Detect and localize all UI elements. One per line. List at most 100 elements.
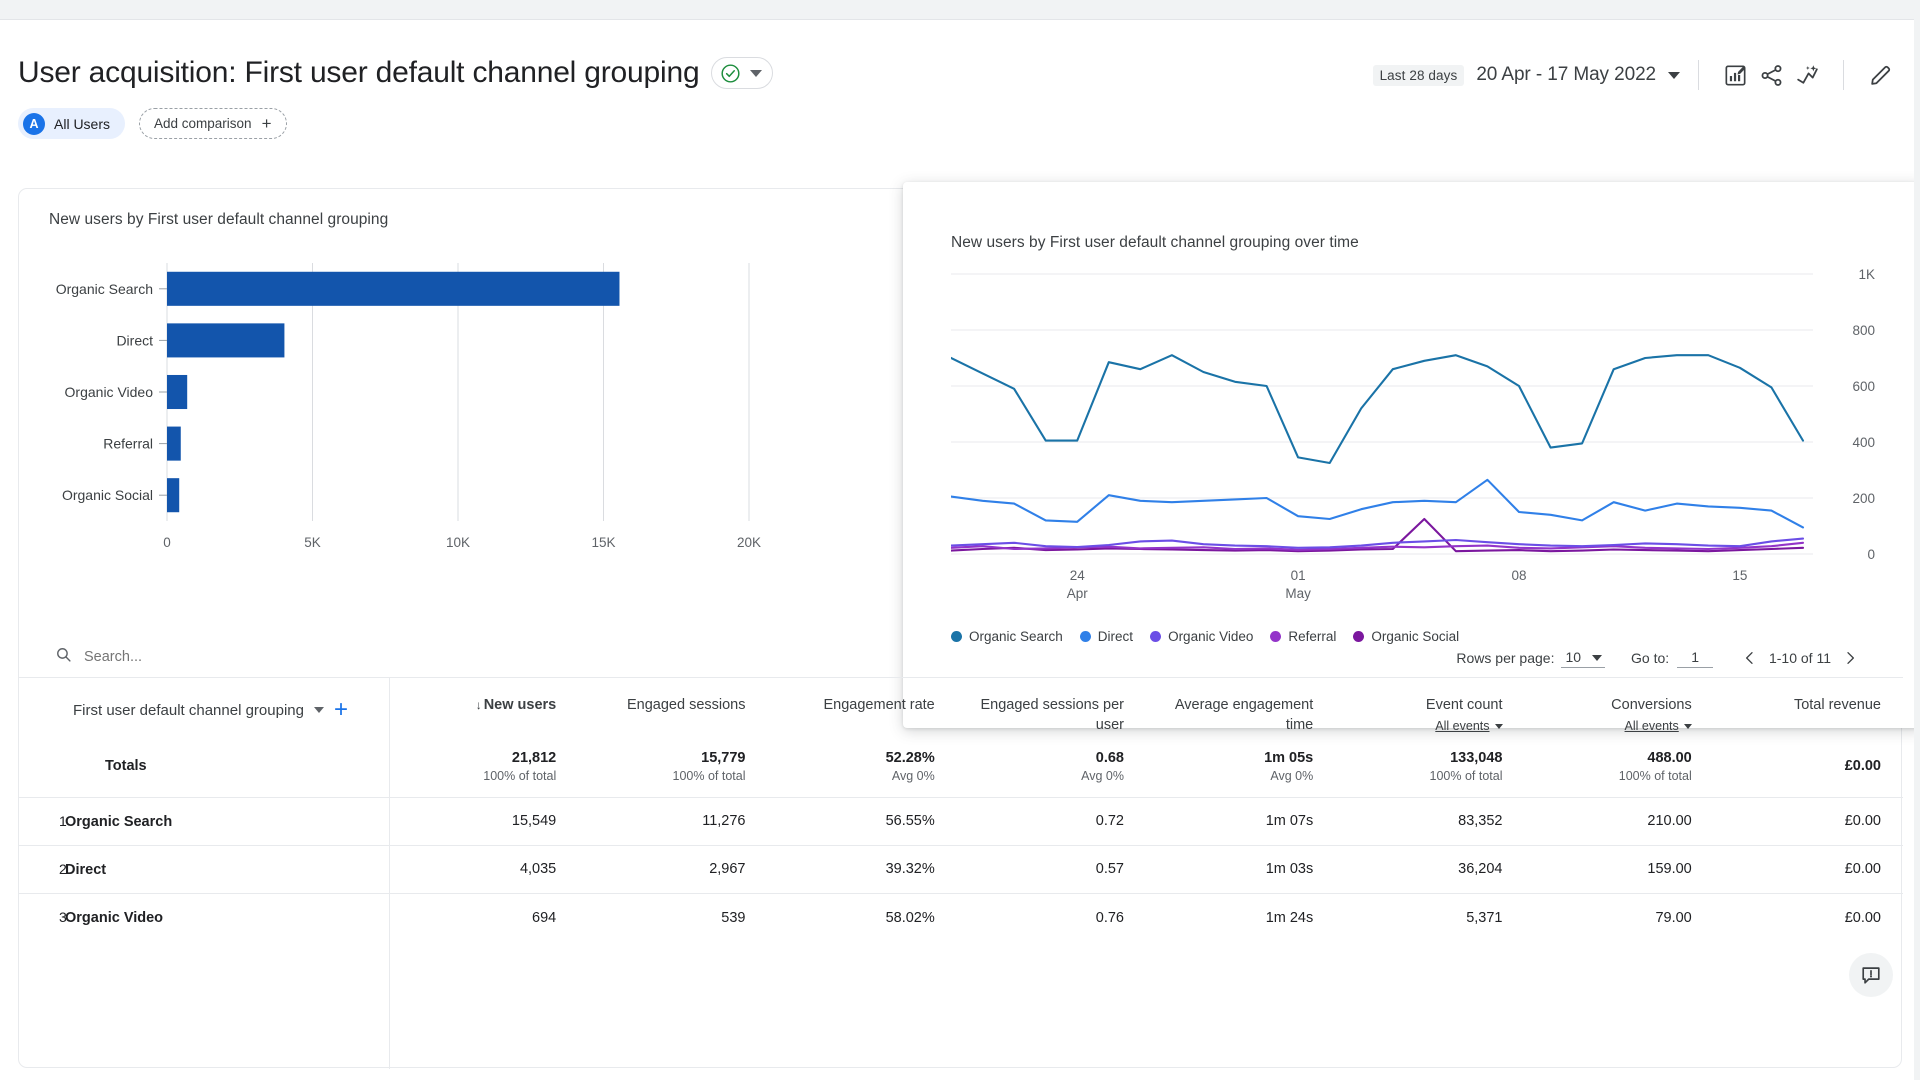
table-cell: 539 (578, 893, 767, 941)
share-icon[interactable] (1753, 57, 1789, 93)
arrow-down-icon: ↓ (476, 698, 482, 712)
avatar: A (23, 113, 45, 135)
svg-text:Direct: Direct (116, 332, 153, 348)
table-header-total-revenue[interactable]: Total revenue (1714, 677, 1903, 735)
top-strip (0, 0, 1920, 20)
table-header-event-count[interactable]: Event countAll events (1335, 677, 1524, 735)
table-header-engagement-rate[interactable]: Engagement rate (768, 677, 957, 735)
pagination-range-label: 1-10 of 11 (1765, 650, 1835, 666)
row-number: 2 (19, 861, 65, 877)
bar-chart-panel: New users by First user default channel … (49, 211, 909, 611)
data-table-area: Rows per page: 10 Go to: 1 1-10 of 11 Fi… (19, 637, 1903, 1069)
date-preset-label: Last 28 days (1373, 65, 1465, 86)
chevron-down-icon (1684, 724, 1692, 729)
svg-text:200: 200 (1852, 491, 1875, 506)
svg-text:400: 400 (1852, 435, 1875, 450)
table-cell: 694 (389, 893, 578, 941)
rows-per-page-select[interactable]: 10 (1561, 649, 1605, 668)
table-cell: 210.00 (1525, 797, 1714, 845)
rows-per-page-value: 10 (1565, 649, 1581, 665)
table-header-average-engagement-time[interactable]: Average engagement time (1146, 677, 1335, 735)
scrollbar[interactable] (1914, 0, 1920, 1080)
plus-icon: + (262, 115, 272, 132)
table-cell: 0.72 (957, 797, 1146, 845)
edit-pencil-icon[interactable] (1862, 57, 1898, 93)
bar-chart-title: New users by First user default channel … (49, 211, 909, 229)
table-cell: £0.00 (1714, 845, 1903, 893)
svg-text:May: May (1285, 586, 1311, 601)
table-cell: 0.57 (957, 845, 1146, 893)
table-pagination: Rows per page: 10 Go to: 1 1-10 of 11 (1456, 641, 1865, 675)
line-chart-title: New users by First user default channel … (951, 234, 1881, 252)
table-cell: 56.55% (768, 797, 957, 845)
totals-cell: 488.00100% of total (1525, 735, 1714, 797)
row-name[interactable]: Direct (65, 862, 106, 878)
bar-chart[interactable]: Organic Search Direct Organic Video Referra… (49, 249, 909, 589)
totals-cell: 21,812100% of total (389, 735, 578, 797)
svg-text:5K: 5K (304, 535, 321, 550)
report-card: New users by First user default channel … (18, 188, 1902, 1068)
table-search-row (55, 637, 344, 677)
svg-text:800: 800 (1852, 323, 1875, 338)
table-cell: 39.32% (768, 845, 957, 893)
divider-2 (1843, 60, 1844, 90)
report-status-chip[interactable] (711, 57, 773, 89)
line-chart[interactable]: 02004006008001K24Apr01May0815 (951, 262, 1881, 622)
table-row[interactable]: 1Organic Search15,54911,27656.55%0.721m … (19, 797, 1903, 845)
row-name[interactable]: Organic Video (65, 910, 163, 926)
add-comparison-label: Add comparison (154, 116, 252, 131)
svg-text:Referral: Referral (103, 436, 153, 452)
table-cell: 83,352 (1335, 797, 1524, 845)
table-cell: £0.00 (1714, 893, 1903, 941)
table-cell: 1m 03s (1146, 845, 1335, 893)
add-comparison-button[interactable]: Add comparison + (139, 108, 287, 139)
svg-text:24: 24 (1070, 568, 1086, 583)
table-cell: 36,204 (1335, 845, 1524, 893)
table-cell: 15,549 (389, 797, 578, 845)
column-events-filter[interactable]: All events (1343, 718, 1502, 735)
insights-icon[interactable] (1789, 57, 1825, 93)
goto-input[interactable]: 1 (1677, 649, 1713, 668)
search-input[interactable] (84, 649, 344, 665)
chevron-down-icon[interactable] (750, 70, 762, 77)
date-range-chevron-down-icon[interactable] (1668, 72, 1680, 79)
totals-cell: 0.68Avg 0% (957, 735, 1146, 797)
svg-text:0: 0 (163, 535, 171, 550)
row-dimension-cell: 3Organic Video (19, 893, 389, 941)
totals-cell: 1m 05sAvg 0% (1146, 735, 1335, 797)
svg-text:Organic Search: Organic Search (56, 281, 153, 297)
table-header-row: ↓New usersEngaged sessionsEngagement rat… (19, 677, 1903, 735)
svg-text:Organic Video: Organic Video (65, 384, 154, 400)
svg-text:15K: 15K (591, 535, 615, 550)
table-header-conversions[interactable]: ConversionsAll events (1525, 677, 1714, 735)
table-row-totals: Totals21,812100% of total15,779100% of t… (19, 735, 1903, 797)
chevron-right-icon[interactable] (1835, 643, 1865, 673)
column-events-filter[interactable]: All events (1533, 718, 1692, 735)
comparison-chip-label: All Users (54, 116, 110, 132)
totals-cell: 133,048100% of total (1335, 735, 1524, 797)
table-cell: 1m 07s (1146, 797, 1335, 845)
table-header-new-users[interactable]: ↓New users (389, 677, 578, 735)
table-row[interactable]: 3Organic Video69453958.02%0.761m 24s5,37… (19, 893, 1903, 941)
table-header-engaged-sessions-per-user[interactable]: Engaged sessions per user (957, 677, 1146, 735)
table-cell: 1m 24s (1146, 893, 1335, 941)
svg-text:1K: 1K (1858, 267, 1875, 282)
totals-cell: £0.00 (1714, 735, 1903, 797)
row-name[interactable]: Organic Search (65, 814, 172, 830)
comparison-chip-all-users[interactable]: A All Users (18, 108, 125, 139)
goto-label: Go to: (1631, 650, 1669, 666)
feedback-button[interactable] (1849, 953, 1893, 997)
svg-text:600: 600 (1852, 379, 1875, 394)
table-row[interactable]: 2Direct4,0352,96739.32%0.571m 03s36,2041… (19, 845, 1903, 893)
table-header-dimension (19, 677, 389, 735)
metrics-table: ↓New usersEngaged sessionsEngagement rat… (19, 677, 1903, 941)
table-cell: 58.02% (768, 893, 957, 941)
compare-edit-icon[interactable] (1717, 57, 1753, 93)
chevron-left-icon[interactable] (1735, 643, 1765, 673)
table-cell: 11,276 (578, 797, 767, 845)
table-cell: 79.00 (1525, 893, 1714, 941)
date-range-label[interactable]: 20 Apr - 17 May 2022 (1476, 64, 1656, 86)
check-circle-icon (720, 63, 741, 84)
svg-text:Apr: Apr (1067, 586, 1089, 601)
table-header-engaged-sessions[interactable]: Engaged sessions (578, 677, 767, 735)
